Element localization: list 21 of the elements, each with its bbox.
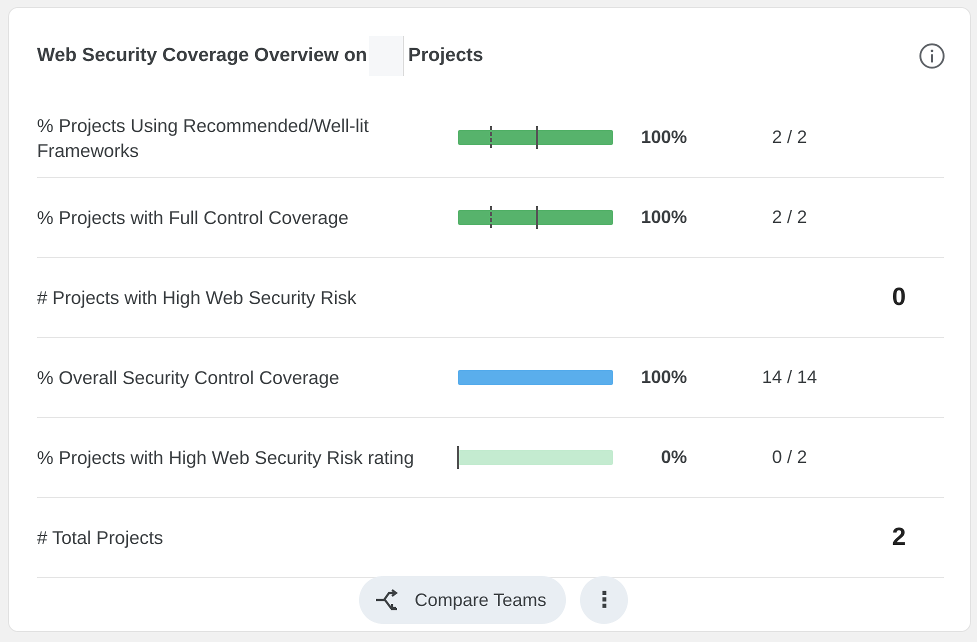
count-value: 0	[891, 283, 907, 312]
percent-value: 100%	[640, 207, 687, 228]
fraction-value: 2 / 2	[770, 127, 808, 148]
percent-value: 100%	[640, 127, 687, 148]
fraction-value: 2 / 2	[770, 207, 808, 228]
metric-label: % Projects with Full Control Coverage	[37, 206, 350, 230]
more-button[interactable]: ⋮	[580, 576, 628, 624]
card-title: Web Security Coverage Overview on	[37, 45, 368, 67]
metric-label: % Overall Security Control Coverage	[37, 366, 340, 390]
fraction-value: 0 / 2	[770, 447, 808, 468]
card-title: Projects	[408, 45, 484, 67]
metric-label: % Projects Using Recommended/Well-lit Frameworks	[37, 114, 370, 162]
metric-label: % Projects with High Web Security Risk rating	[37, 446, 415, 470]
compare-teams-button[interactable]: Compare Teams	[358, 576, 566, 624]
info-icon[interactable]	[918, 42, 946, 70]
percent-value: 100%	[640, 367, 687, 388]
fraction-value: 14 / 14	[760, 367, 818, 388]
metric-label: # Projects with High Web Security Risk	[37, 286, 358, 310]
count-value: 2	[891, 523, 907, 552]
metric-label: # Total Projects	[37, 526, 164, 550]
percent-value: 0%	[660, 447, 687, 468]
